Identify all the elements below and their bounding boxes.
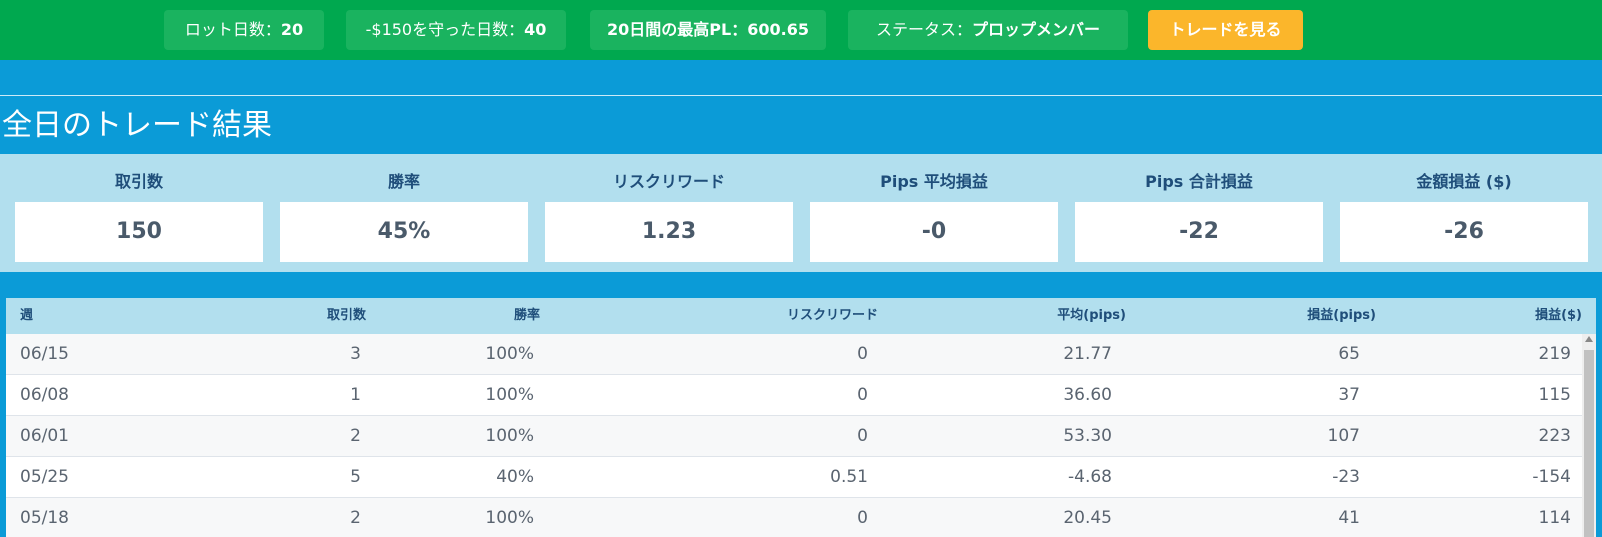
protected-days-value: 40	[524, 20, 547, 39]
stat-card-win-rate: 勝率 45%	[280, 166, 528, 262]
cell-pl-pips: 41	[1338, 508, 1360, 528]
cell-risk-reward: 0	[857, 426, 868, 446]
cell-pl-pips: 107	[1327, 426, 1360, 446]
cell-pl-pips: 37	[1338, 385, 1360, 405]
lot-days-pill: ロット日数：20	[164, 10, 324, 50]
scrollbar-thumb[interactable]	[1584, 350, 1594, 537]
cell-trades: 2	[350, 426, 361, 446]
cell-week: 06/15	[20, 344, 69, 364]
cell-trades: 5	[350, 467, 361, 487]
cell-trades: 1	[350, 385, 361, 405]
stat-card-risk-reward: リスクリワード 1.23	[545, 166, 793, 262]
stat-label: 勝率	[387, 172, 420, 191]
view-trades-button[interactable]: トレードを見る	[1148, 10, 1303, 50]
stat-label: 取引数	[114, 172, 163, 191]
status-value: プロップメンバー	[972, 20, 1101, 39]
cell-risk-reward: 0	[857, 508, 868, 528]
stat-value: 45%	[280, 202, 528, 262]
cell-win-rate: 100%	[485, 344, 534, 364]
divider	[0, 95, 1602, 96]
table-row: 05/18 2 100% 0 20.45 41 114	[6, 498, 1596, 537]
cell-win-rate: 100%	[485, 508, 534, 528]
cell-pl-pips: 65	[1338, 344, 1360, 364]
col-avg-pips[interactable]: 平均(pips)	[986, 298, 1126, 334]
cell-pl-usd: 114	[1538, 508, 1571, 528]
status-label: ステータス：	[875, 20, 972, 39]
cell-win-rate: 100%	[485, 426, 534, 446]
table-body: 06/15 3 100% 0 21.77 65 219 06/08 1 100%…	[6, 334, 1596, 537]
scroll-up-arrow-icon[interactable]	[1585, 336, 1593, 342]
cell-pl-usd: 223	[1538, 426, 1571, 446]
cell-week: 05/18	[20, 508, 69, 528]
status-pill: ステータス：プロップメンバー	[848, 10, 1128, 50]
stat-value: 150	[15, 202, 263, 262]
cell-win-rate: 40%	[496, 467, 534, 487]
col-win-rate[interactable]: 勝率	[426, 298, 540, 334]
stat-label: リスクリワード	[612, 172, 725, 191]
table-row: 06/01 2 100% 0 53.30 107 223	[6, 416, 1596, 457]
cell-week: 06/01	[20, 426, 69, 446]
cell-trades: 3	[350, 344, 361, 364]
cell-pl-usd: -154	[1532, 467, 1571, 487]
cell-week: 06/08	[20, 385, 69, 405]
table-header: 週 取引数 勝率 リスクリワード 平均(pips) 損益(pips) 損益($)	[6, 298, 1596, 334]
stat-value: 1.23	[545, 202, 793, 262]
cell-avg-pips: 20.45	[1063, 508, 1112, 528]
col-pl-pips[interactable]: 損益(pips)	[1236, 298, 1376, 334]
best-pl-label: 20日間の最高PL：	[607, 20, 748, 39]
col-risk-reward[interactable]: リスクリワード	[706, 298, 878, 334]
col-pl-usd[interactable]: 損益($)	[1446, 298, 1582, 334]
table-row: 06/15 3 100% 0 21.77 65 219	[6, 334, 1596, 375]
stat-value: -22	[1075, 202, 1323, 262]
stat-card-pips-avg: Pips 平均損益 -0	[810, 166, 1058, 262]
best-pl-pill: 20日間の最高PL：600.65	[590, 10, 826, 50]
cell-week: 05/25	[20, 467, 69, 487]
table-row: 05/25 5 40% 0.51 -4.68 -23 -154	[6, 457, 1596, 498]
stat-label: Pips 合計損益	[1145, 172, 1253, 191]
cell-avg-pips: 21.77	[1063, 344, 1112, 364]
cell-risk-reward: 0	[857, 344, 868, 364]
protected-days-label: -$150を守った日数：	[365, 20, 525, 39]
lot-days-label: ロット日数：	[184, 20, 281, 39]
cell-avg-pips: 36.60	[1063, 385, 1112, 405]
cell-pl-usd: 115	[1538, 385, 1571, 405]
col-week[interactable]: 週	[20, 298, 33, 334]
best-pl-value: 600.65	[747, 20, 809, 39]
cell-pl-usd: 219	[1538, 344, 1571, 364]
stats-panel: 取引数 150 勝率 45% リスクリワード 1.23 Pips 平均損益 -0…	[0, 154, 1602, 272]
protected-days-pill: -$150を守った日数：40	[346, 10, 566, 50]
section-title: 全日のトレード結果	[2, 108, 272, 143]
cell-risk-reward: 0.51	[830, 467, 868, 487]
top-bar: ロット日数：20 -$150を守った日数：40 20日間の最高PL：600.65…	[0, 0, 1602, 60]
stat-card-pips-total: Pips 合計損益 -22	[1075, 166, 1323, 262]
cell-avg-pips: 53.30	[1063, 426, 1112, 446]
cell-pl-pips: -23	[1332, 467, 1360, 487]
table-scrollbar[interactable]	[1582, 334, 1596, 537]
stat-card-trades: 取引数 150	[15, 166, 263, 262]
cell-avg-pips: -4.68	[1068, 467, 1112, 487]
lot-days-value: 20	[280, 20, 304, 39]
table-row: 06/08 1 100% 0 36.60 37 115	[6, 375, 1596, 416]
stat-value: -0	[810, 202, 1058, 262]
stat-label: 金額損益 ($)	[1416, 172, 1512, 191]
cell-trades: 2	[350, 508, 361, 528]
col-trades[interactable]: 取引数	[256, 298, 366, 334]
stat-card-money-pl: 金額損益 ($) -26	[1340, 166, 1588, 262]
stat-label: Pips 平均損益	[880, 172, 988, 191]
cell-risk-reward: 0	[857, 385, 868, 405]
weekly-table: 週 取引数 勝率 リスクリワード 平均(pips) 損益(pips) 損益($)…	[6, 298, 1596, 537]
cell-win-rate: 100%	[485, 385, 534, 405]
stat-value: -26	[1340, 202, 1588, 262]
